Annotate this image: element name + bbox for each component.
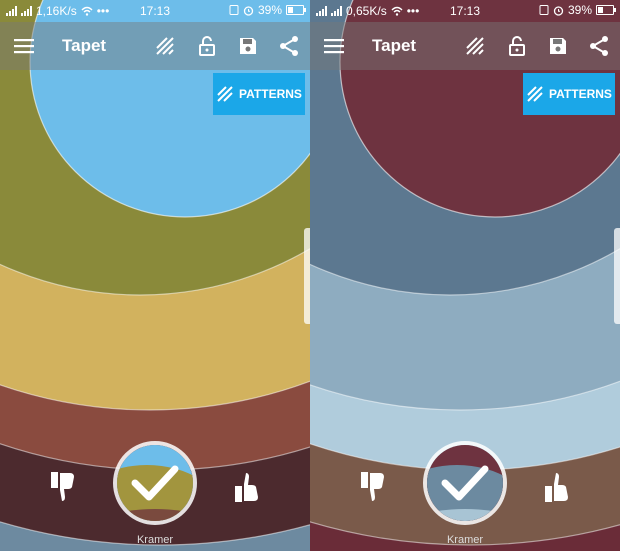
thumbs-down-icon[interactable] [358,470,388,504]
wifi-icon [391,6,403,16]
network-speed: 0,65K/s [346,4,387,18]
status-time: 17:13 [139,4,171,18]
status-time: 17:13 [449,4,481,18]
signal-icon [21,6,32,16]
share-icon[interactable] [278,35,300,57]
patterns-button[interactable]: PATTERNS [523,73,615,115]
menu-icon[interactable] [324,37,344,55]
more-icon: ••• [406,4,420,18]
status-bar: 1,16K/s ••• 17:13 39% [0,0,310,22]
pattern-icon[interactable] [464,35,486,57]
menu-icon[interactable] [14,37,34,55]
battery-percent: 39% [257,3,282,17]
save-icon[interactable] [237,35,259,57]
signal-icon [316,6,327,16]
signal-icon [6,6,17,16]
app-toolbar: Tapet [310,22,620,70]
wallpaper-screen-left: 1,16K/s ••• 17:13 39% Tapet PATTERNS Kra… [0,0,310,551]
lock-open-icon[interactable] [506,35,528,57]
thumbs-down-icon[interactable] [48,470,78,504]
app-title: Tapet [372,36,417,55]
wallpaper-author: Kramer [446,534,484,546]
alarm-icon [243,5,254,16]
save-icon[interactable] [547,35,569,57]
patterns-label: PATTERNS [549,87,612,101]
thumbs-up-icon[interactable] [232,470,262,504]
network-speed: 1,16K/s [36,4,77,18]
patterns-button[interactable]: PATTERNS [213,73,305,115]
battery-icon [286,5,306,15]
pattern-icon[interactable] [154,35,176,57]
wifi-icon [81,6,93,16]
share-icon[interactable] [588,35,610,57]
wallpaper-preview [427,445,503,521]
app-title: Tapet [62,36,107,55]
battery-percent: 39% [567,3,592,17]
wallpaper-screen-right: 0,65K/s ••• 17:13 39% Tapet PATTERNS Kra… [310,0,620,551]
patterns-label: PATTERNS [239,87,302,101]
app-toolbar: Tapet [0,22,310,70]
side-drawer-handle[interactable] [614,228,620,324]
pattern-icon [527,86,543,102]
sim-icon [539,5,549,15]
more-icon: ••• [96,4,110,18]
pattern-icon [217,86,233,102]
thumbs-up-icon[interactable] [542,470,572,504]
sim-icon [229,5,239,15]
alarm-icon [553,5,564,16]
signal-icon [331,6,342,16]
status-bar: 0,65K/s ••• 17:13 39% [310,0,620,22]
lock-open-icon[interactable] [196,35,218,57]
battery-icon [596,5,616,15]
wallpaper-preview [117,445,193,521]
wallpaper-author: Kramer [136,534,174,546]
apply-wallpaper-button[interactable] [113,441,197,525]
apply-wallpaper-button[interactable] [423,441,507,525]
